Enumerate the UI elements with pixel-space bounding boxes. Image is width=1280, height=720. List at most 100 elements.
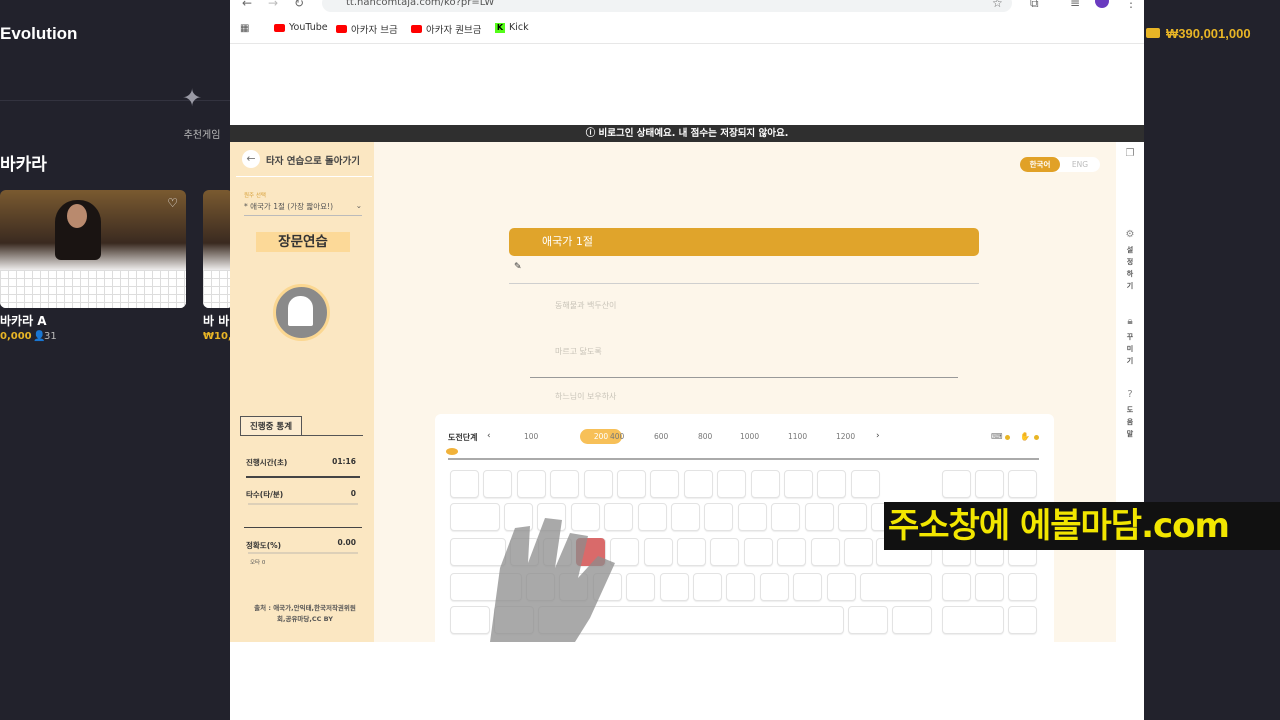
reload-icon[interactable]: ↻ [294,0,304,10]
keyboard-key [848,606,888,634]
bookmark[interactable]: K Kick [495,22,529,33]
keyboard-key [659,573,689,601]
keyboard-key [838,503,867,531]
heart-icon[interactable]: ♡ [167,196,178,210]
back-to-practice-link[interactable]: 타자 연습으로 돌아가기 [266,153,360,167]
back-icon[interactable]: ← [242,0,252,10]
keyboard-key [726,573,756,601]
stat-value: 0 [350,489,356,498]
numpad-key [942,606,1004,634]
stat-label: 정확도(%) [246,541,282,550]
keyboard-key [583,470,613,498]
keyboard-key [677,538,706,566]
numpad-key [1008,606,1037,634]
back-arrow-icon[interactable]: ← [242,150,260,168]
numpad-key [975,470,1004,498]
divider [244,527,362,528]
keyboard-key [650,470,680,498]
speed-option[interactable]: 800 [698,432,712,441]
text-select-dropdown[interactable]: * 애국가 1절 (가장 짧아요!) ⌄ [244,201,362,216]
typo-count: 오타 0 [250,560,266,566]
profile-avatar[interactable] [1095,0,1109,8]
help-label[interactable]: 도움말 [1125,404,1135,440]
game-name[interactable]: 바 바 [203,312,229,329]
keyboard-key [743,538,773,566]
lyric-line: 마르고 닳도록 [555,347,602,356]
status-dot [1034,435,1039,440]
forward-icon[interactable]: → [268,0,278,10]
speed-option[interactable]: 1200 [836,432,855,441]
status-dot [1005,435,1010,440]
pencil-icon: ✎ [514,262,522,272]
stats-divider [240,435,363,436]
chevron-right-icon[interactable]: › [876,431,880,441]
keyboard-key [810,538,840,566]
song-title-bar: 애국가 1절 [509,228,979,256]
numpad-key [1008,470,1037,498]
apps-icon[interactable]: ▦ [240,23,249,34]
game-min-bet: ₩10, [203,331,232,342]
keyboard-icon[interactable]: ⌨ [991,432,1003,441]
speed-option[interactable]: 400 [610,432,624,441]
lyric-line: 동해물과 백두산이 [555,301,617,310]
keyboard-key [777,538,807,566]
speed-option[interactable]: 1100 [788,432,807,441]
numpad-key [1008,573,1037,601]
players-count: 31 [44,331,57,342]
recommend-label[interactable]: 추천게임 [180,126,224,141]
browser-chrome: ← → ↻ tt.hancomtaja.com/ko?pr=LW ☆ ⧉ ≡ ⋮… [230,0,1144,44]
bookmark[interactable]: 아카자 브금 [336,22,398,36]
game-min-bet: 0,000 [0,331,32,342]
media-icon[interactable]: ≡ [1070,0,1080,10]
stat-value: 0.00 [337,538,356,547]
progress-track [448,458,1039,460]
lang-korean-button[interactable]: 한국어 [1020,157,1060,172]
keyboard-key [804,503,834,531]
chevron-left-icon[interactable]: ‹ [487,431,491,441]
speed-option[interactable]: 1000 [740,432,759,441]
game-name[interactable]: 바카라 A [0,312,47,329]
youtube-icon [336,25,347,33]
settings-label[interactable]: 설정하기 [1125,244,1135,292]
menu-icon[interactable]: ⋮ [1125,0,1137,10]
lock-icon[interactable]: 🔒︎ [1120,316,1140,327]
hand-icon[interactable]: ✋ [1020,432,1030,441]
help-icon[interactable]: ? [1120,389,1140,400]
input-underline[interactable] [509,283,979,284]
keyboard-key [693,573,722,601]
keyboard-key [704,503,734,531]
stat-bar [248,503,358,505]
bookmark[interactable]: 아카자 퀀브금 [411,22,481,36]
stat-label: 타수(타/분) [246,490,284,499]
copy-icon[interactable]: ❐ [1120,148,1140,159]
gear-icon[interactable]: ⚙ [1120,229,1140,240]
source-credit: 출처 : 애국가,안익태,한국저작권위원회,공유마당,CC BY [254,604,356,623]
game-thumbnail[interactable]: ♡ [0,190,186,308]
stat-value: 01:16 [332,457,356,466]
speed-option[interactable]: 100 [524,432,538,441]
speed-option[interactable]: 600 [654,432,668,441]
select-value: * 애국가 1절 (가장 짧아요!) [244,202,334,211]
customize-label[interactable]: 꾸미기 [1125,331,1135,367]
keyboard-key [516,470,546,498]
keyboard-key [850,470,880,498]
lyric-divider [530,377,958,378]
numpad-key [942,470,971,498]
extension-icon[interactable]: ⧉ [1030,0,1039,11]
keyboard-key [771,503,801,531]
divider [236,176,372,177]
lang-english-button[interactable]: ENG [1062,157,1098,172]
bookmark[interactable]: YouTube [274,22,328,33]
keyboard-key [817,470,847,498]
keyboard-key [717,470,747,498]
sparkle-icon[interactable]: ✦ [182,84,202,112]
game-thumbnail[interactable] [203,190,233,308]
address-bar[interactable]: tt.hancomtaja.com/ko?pr=LW [322,0,1012,12]
keyboard-key [750,470,780,498]
select-label: 원주 선택 [244,193,266,199]
stat-bar [246,476,360,478]
keyboard-key [637,503,667,531]
star-icon[interactable]: ☆ [992,0,1003,10]
keyboard-key [860,573,932,601]
kick-icon: K [495,22,505,33]
